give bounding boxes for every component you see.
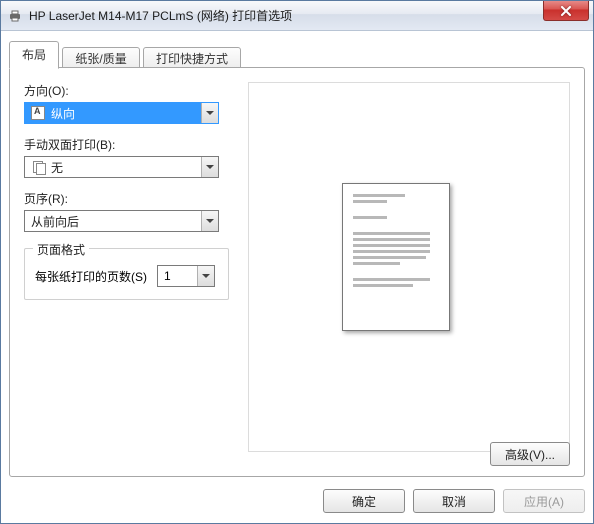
pages-per-sheet-select[interactable]: 1 bbox=[157, 265, 215, 287]
page-format-fieldset: 页面格式 每张纸打印的页数(S) 1 bbox=[24, 248, 229, 300]
tab-layout[interactable]: 布局 bbox=[9, 41, 59, 69]
page-order-select[interactable]: 从前向后 bbox=[24, 210, 219, 232]
orientation-label: 方向(O): bbox=[24, 82, 229, 99]
chevron-down-icon[interactable] bbox=[197, 266, 214, 286]
printer-icon bbox=[7, 8, 23, 24]
page-format-legend: 页面格式 bbox=[33, 241, 89, 258]
chevron-down-icon[interactable] bbox=[201, 103, 218, 123]
manual-duplex-select[interactable]: 无 bbox=[24, 156, 219, 178]
manual-duplex-label: 手动双面打印(B): bbox=[24, 136, 229, 153]
print-preview bbox=[248, 82, 570, 452]
dialog-buttons: 确定 取消 应用(A) bbox=[323, 489, 585, 513]
orientation-select[interactable]: 纵向 bbox=[24, 102, 219, 124]
orientation-value: 纵向 bbox=[25, 103, 201, 123]
print-preferences-window: HP LaserJet M14-M17 PCLmS (网络) 打印首选项 布局 … bbox=[0, 0, 594, 524]
apply-button: 应用(A) bbox=[503, 489, 585, 513]
preview-page bbox=[342, 183, 450, 331]
titlebar: HP LaserJet M14-M17 PCLmS (网络) 打印首选项 bbox=[1, 1, 593, 31]
duplex-icon bbox=[31, 160, 45, 174]
chevron-down-icon[interactable] bbox=[201, 157, 218, 177]
pages-per-sheet-value: 1 bbox=[158, 269, 197, 283]
close-icon bbox=[560, 6, 572, 16]
chevron-down-icon[interactable] bbox=[201, 211, 218, 231]
portrait-icon bbox=[31, 106, 45, 120]
client-area: 布局 纸张/质量 打印快捷方式 方向(O): 纵向 手动双面打印(B): bbox=[1, 31, 593, 523]
page-order-label: 页序(R): bbox=[24, 190, 229, 207]
cancel-button[interactable]: 取消 bbox=[413, 489, 495, 513]
advanced-button[interactable]: 高级(V)... bbox=[490, 442, 570, 466]
tab-panel-layout: 方向(O): 纵向 手动双面打印(B): 无 页序(R): bbox=[9, 67, 585, 477]
page-order-value: 从前向后 bbox=[25, 211, 201, 231]
pages-per-sheet-label: 每张纸打印的页数(S) bbox=[35, 268, 147, 285]
manual-duplex-value: 无 bbox=[25, 157, 201, 177]
tab-strip: 布局 纸张/质量 打印快捷方式 bbox=[9, 39, 585, 69]
layout-controls: 方向(O): 纵向 手动双面打印(B): 无 页序(R): bbox=[24, 82, 229, 300]
close-button[interactable] bbox=[543, 1, 589, 21]
ok-button[interactable]: 确定 bbox=[323, 489, 405, 513]
window-title: HP LaserJet M14-M17 PCLmS (网络) 打印首选项 bbox=[29, 7, 593, 24]
